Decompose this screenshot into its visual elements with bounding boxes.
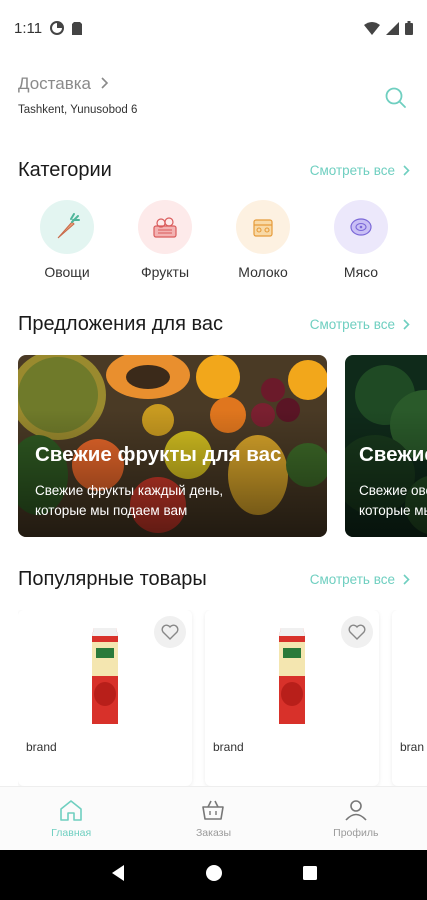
offer-subtitle: Свежие ово которые мы [359, 483, 427, 518]
offers-title: Предложения для вас [18, 312, 223, 335]
home-circle-icon[interactable] [205, 864, 223, 887]
milk-icon [236, 200, 290, 254]
home-icon [60, 800, 82, 821]
system-nav-bar [0, 850, 427, 900]
offers-see-all-link[interactable]: Смотреть все [310, 317, 410, 332]
chevron-right-icon [403, 573, 410, 585]
back-icon[interactable] [110, 864, 126, 887]
category-vegetables[interactable]: Овощи [18, 200, 116, 285]
popular-see-all-link[interactable]: Смотреть все [310, 572, 410, 587]
juice-carton-image [279, 628, 305, 724]
search-button[interactable] [384, 86, 410, 112]
offers-header: Предложения для вас Смотреть все [18, 309, 410, 339]
see-all-label: Смотреть все [309, 162, 395, 178]
chevron-right-icon [101, 74, 109, 94]
category-label: Овощи [44, 264, 90, 280]
categories-header: Категории Смотреть все [18, 155, 410, 185]
product-brand: brand [26, 740, 57, 754]
bottom-nav: Главная Заказы Профиль [0, 786, 427, 850]
delivery-selector[interactable]: Доставка [18, 74, 418, 94]
popular-header: Популярные товары Смотреть все [18, 564, 410, 594]
status-bar: 1:11 [0, 0, 427, 56]
heart-icon [161, 624, 179, 640]
battery-icon [405, 21, 413, 35]
offer-title: Свежие [359, 443, 427, 466]
wifi-icon [364, 21, 380, 35]
nav-profile[interactable]: Профиль [285, 787, 427, 850]
categories-see-all-link[interactable]: Смотреть все [310, 163, 410, 178]
basket-icon [202, 800, 225, 820]
nav-home[interactable]: Главная [0, 787, 142, 850]
see-all-label: Смотреть все [309, 316, 395, 332]
category-label: Молоко [238, 264, 288, 280]
popular-products-list[interactable]: brand brand bran [18, 610, 427, 786]
offers-carousel[interactable]: Свежие фрукты для вас Свежие фрукты кажд… [18, 355, 427, 539]
offer-title: Свежие фрукты для вас [35, 443, 282, 466]
category-meat[interactable]: Мясо [312, 200, 410, 285]
offer-card-vegetables[interactable]: Свежие Свежие ово которые мы [345, 355, 427, 537]
category-milk[interactable]: Молоко [214, 200, 312, 285]
see-all-label: Смотреть все [309, 571, 395, 587]
juice-carton-image [92, 628, 118, 724]
category-list: Овощи Фрукты Молоко Мясо [18, 200, 410, 285]
carrot-icon [40, 200, 94, 254]
search-icon [384, 87, 408, 114]
offer-subtitle: Свежие фрукты каждый день, которые мы по… [35, 483, 224, 518]
sim-card-icon [72, 21, 83, 35]
meat-icon [334, 200, 388, 254]
nav-label: Заказы [195, 827, 232, 839]
recents-icon[interactable] [302, 865, 318, 886]
nav-label: Главная [51, 827, 92, 839]
product-brand: bran [400, 740, 425, 754]
product-brand: brand [213, 740, 244, 754]
data-saver-icon [50, 21, 65, 35]
delivery-address: Tashkent, Yunusobod 6 [18, 104, 138, 116]
chevron-right-icon [403, 318, 410, 330]
category-fruits[interactable]: Фрукты [116, 200, 214, 285]
chevron-right-icon [403, 164, 410, 176]
categories-title: Категории [18, 158, 112, 181]
product-card[interactable]: brand [18, 610, 192, 786]
signal-icon [386, 21, 399, 35]
heart-icon [348, 624, 366, 640]
product-card[interactable]: brand [205, 610, 379, 786]
delivery-title: Доставка [18, 74, 92, 93]
offer-card-fruits[interactable]: Свежие фрукты для вас Свежие фрукты кажд… [18, 355, 327, 537]
delivery-header: Доставка Tashkent, Yunusobod 6 [18, 74, 418, 126]
nav-label: Профиль [333, 827, 379, 839]
category-label: Мясо [343, 264, 379, 280]
category-label: Фрукты [140, 264, 190, 280]
status-time: 1:11 [14, 19, 43, 37]
product-card[interactable]: bran [392, 610, 427, 786]
popular-title: Популярные товары [18, 567, 207, 590]
nav-orders[interactable]: Заказы [142, 787, 284, 850]
favorite-button[interactable] [154, 616, 186, 648]
fruit-basket-icon [138, 200, 192, 254]
user-icon [345, 800, 367, 821]
favorite-button[interactable] [341, 616, 373, 648]
